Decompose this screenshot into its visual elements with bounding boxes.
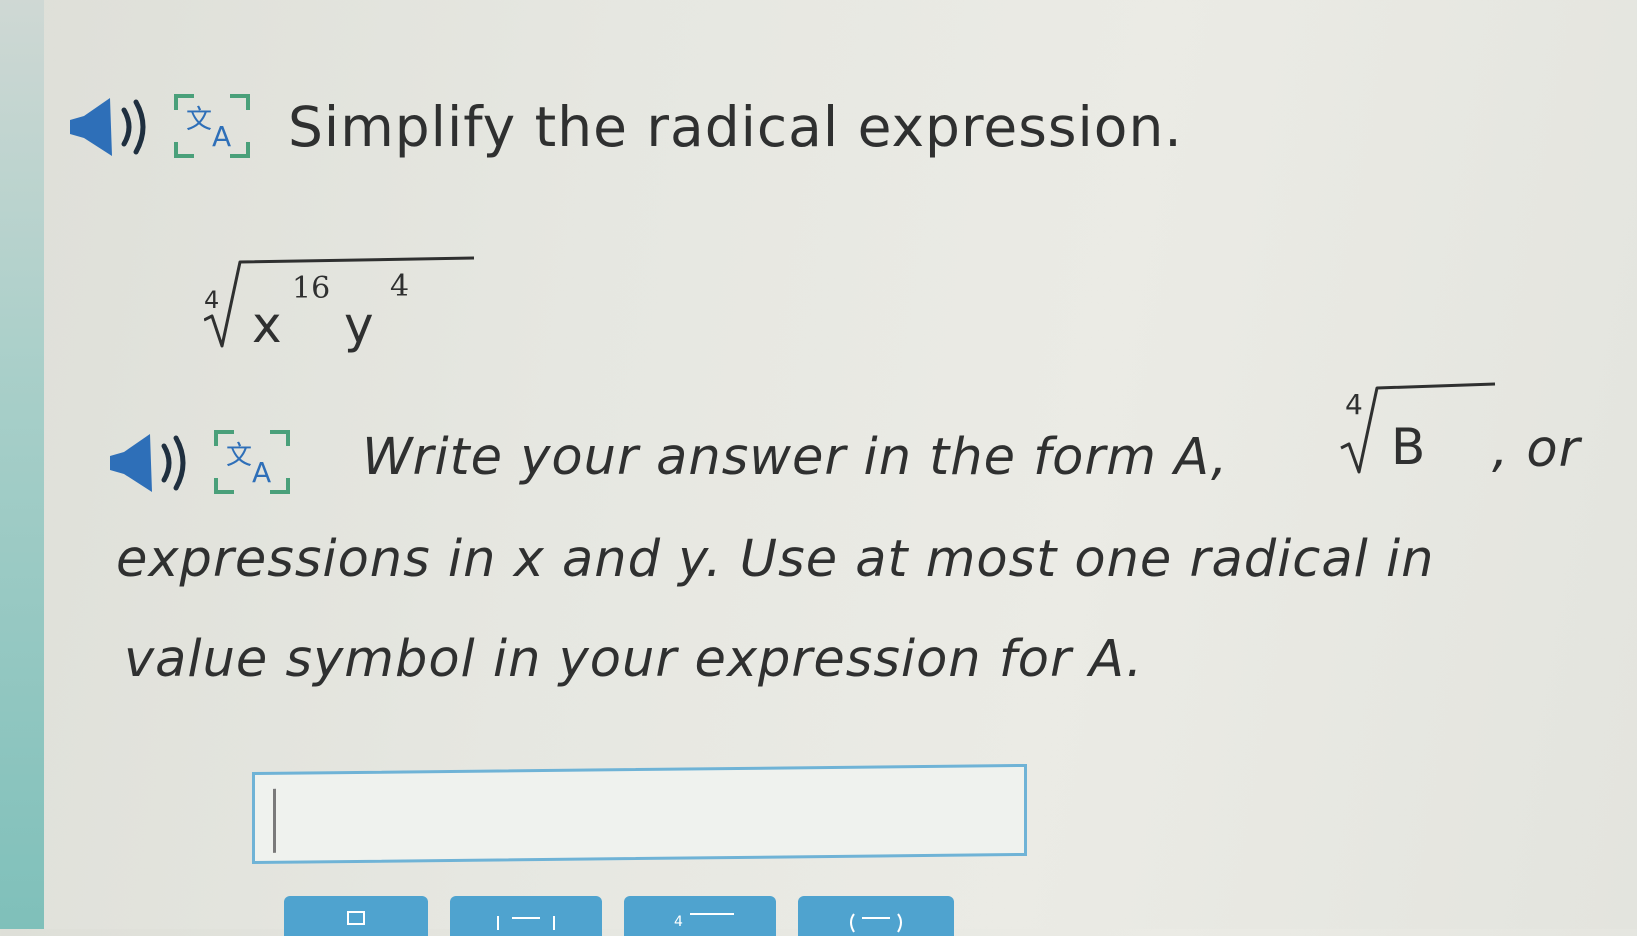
translate-icon[interactable]: 文 A bbox=[204, 420, 304, 506]
fraction-button[interactable] bbox=[284, 896, 428, 936]
translate-icon[interactable]: 文 A bbox=[164, 84, 264, 170]
absolute-value-button[interactable] bbox=[450, 896, 602, 936]
svg-text:文: 文 bbox=[226, 441, 252, 471]
radical-exp-16: 16 bbox=[292, 271, 330, 306]
speaker-icon[interactable] bbox=[64, 92, 160, 162]
svg-text:A: A bbox=[252, 456, 271, 489]
radical-index: 4 bbox=[204, 286, 219, 314]
question-header: 文 A Simplify the radical expression. bbox=[64, 84, 1183, 170]
math-toolbar: 4 bbox=[284, 896, 954, 936]
question-title: Simplify the radical expression. bbox=[288, 95, 1183, 159]
answer-box[interactable] bbox=[252, 763, 1027, 865]
radical-base-y: y bbox=[344, 296, 374, 354]
svg-text:A: A bbox=[212, 120, 231, 153]
question-page: 文 A Simplify the radical expression. 4 x… bbox=[44, 0, 1637, 936]
nth-root-button[interactable]: 4 bbox=[624, 896, 776, 936]
svg-text:文: 文 bbox=[186, 105, 212, 135]
instructions-line1-suffix: , or bbox=[1492, 420, 1581, 479]
parentheses-button[interactable] bbox=[798, 896, 954, 936]
instructions-header: 文 A bbox=[104, 420, 304, 506]
radical-exp-4: 4 bbox=[390, 269, 409, 304]
instructions-line2: expressions in x and y. Use at most one … bbox=[116, 530, 1435, 589]
left-edge-strip bbox=[0, 0, 44, 929]
text-cursor bbox=[273, 788, 276, 853]
form-radical-index: 4 bbox=[1345, 388, 1363, 421]
speaker-icon[interactable] bbox=[104, 428, 200, 498]
answer-input[interactable] bbox=[255, 766, 1024, 862]
instructions-line3: value symbol in your expression for A. bbox=[124, 630, 1144, 689]
radical-base-x: x bbox=[252, 296, 282, 354]
form-radicand: B bbox=[1391, 418, 1425, 476]
radical-expression: 4 x 16 y 4 bbox=[204, 256, 475, 354]
svg-text:4: 4 bbox=[674, 914, 683, 930]
instructions-line1: Write your answer in the form A, bbox=[362, 428, 1229, 487]
